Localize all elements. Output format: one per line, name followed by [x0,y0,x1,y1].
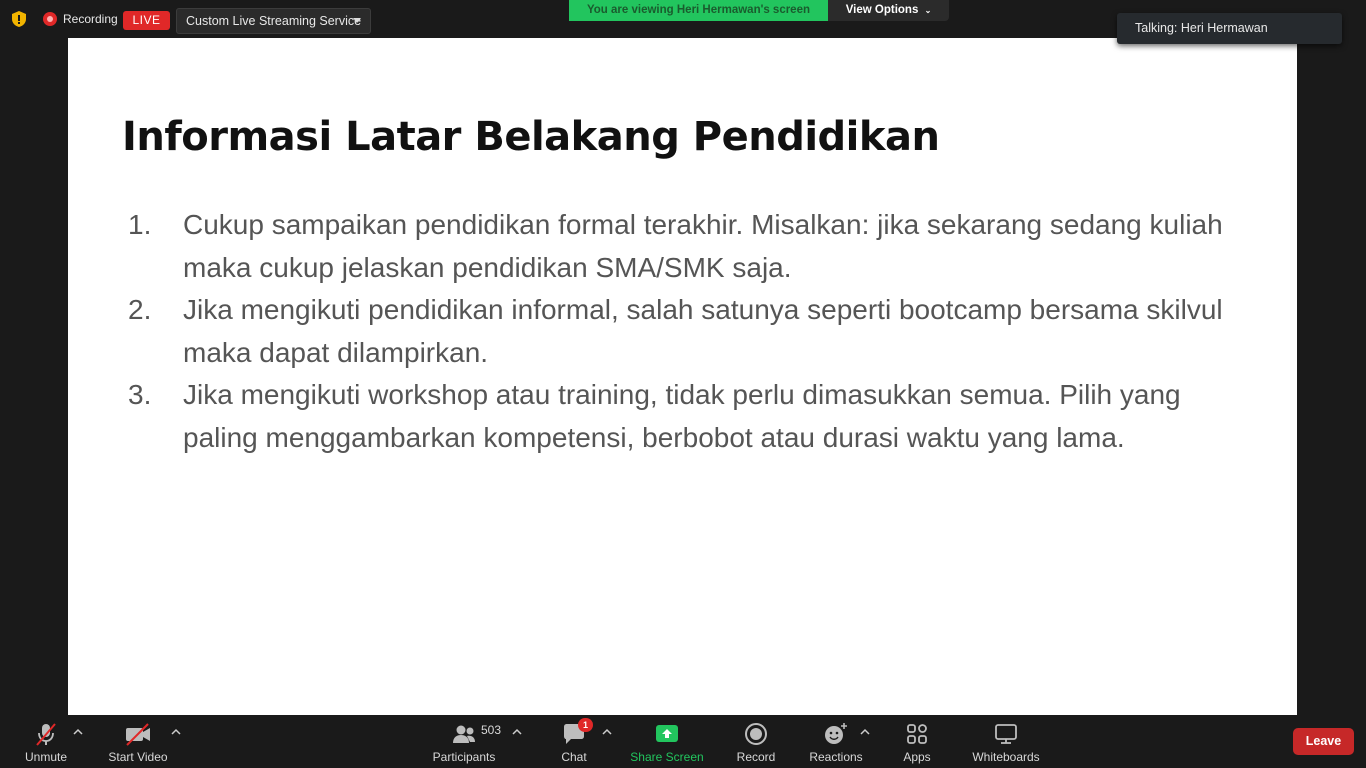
reactions-button[interactable]: Reactions [808,715,864,768]
record-icon [745,723,767,745]
recording-indicator[interactable]: Recording [43,12,118,26]
start-video-button[interactable]: Start Video [105,715,171,768]
list-number: 1. [128,209,152,240]
live-badge[interactable]: LIVE [123,11,170,30]
list-number: 2. [128,294,152,325]
list-text: Jika mengikuti pendidikan informal, sala… [183,294,1223,368]
slide-title: Informasi Latar Belakang Pendidikan [122,114,940,160]
list-number: 3. [128,379,152,410]
list-text: Cukup sampaikan pendidikan formal terakh… [183,209,1223,283]
start-video-label: Start Video [108,750,168,764]
participants-label: Participants [432,750,496,764]
list-item: 1. Cukup sampaikan pendidikan formal ter… [128,204,1228,289]
whiteboards-label: Whiteboards [972,750,1040,764]
microphone-muted-icon [36,723,56,746]
slide-list: 1. Cukup sampaikan pendidikan formal ter… [128,204,1228,459]
talking-indicator: Talking: Heri Hermawan [1117,13,1342,44]
whiteboards-button[interactable]: Whiteboards [968,715,1044,768]
record-label: Record [736,750,776,764]
unmute-label: Unmute [24,750,68,764]
view-options-button[interactable]: View Options ⌄ [828,0,949,21]
chevron-up-icon[interactable] [72,727,84,737]
apps-icon [907,724,927,744]
share-screen-button[interactable]: Share Screen [630,715,704,768]
chevron-up-icon[interactable] [511,727,523,737]
reactions-label: Reactions [809,750,863,764]
chat-label: Chat [561,750,587,764]
chevron-up-icon[interactable] [170,727,182,737]
chevron-down-icon: ⌄ [924,6,932,15]
recording-label: Recording [63,12,118,26]
share-screen-icon [656,725,678,742]
record-button[interactable]: Record [734,715,778,768]
shared-screen-slide: Informasi Latar Belakang Pendidikan 1. C… [68,38,1297,715]
chat-unread-badge: 1 [578,718,593,732]
viewing-screen-banner: You are viewing Heri Hermawan's screen [569,0,828,21]
smiley-reactions-icon [825,723,847,744]
chevron-up-icon[interactable] [859,727,871,737]
leave-button[interactable]: Leave [1293,728,1354,755]
list-item: 3. Jika mengikuti workshop atau training… [128,374,1228,459]
list-item: 2. Jika mengikuti pendidikan informal, s… [128,289,1228,374]
list-text: Jika mengikuti workshop atau training, t… [183,379,1181,453]
video-camera-off-icon [126,723,150,746]
participants-icon [453,725,475,743]
security-shield-icon[interactable] [9,9,29,29]
recording-dot-icon [43,12,57,26]
apps-button[interactable]: Apps [897,715,937,768]
stream-service-label: Custom Live Streaming Service [186,14,362,28]
share-screen-label: Share Screen [630,750,704,764]
whiteboard-icon [995,724,1017,744]
apps-label: Apps [903,750,931,764]
chevron-up-icon[interactable] [601,727,613,737]
view-options-label: View Options [845,4,919,16]
participant-count: 503 [481,723,502,737]
stream-service-dropdown[interactable]: Custom Live Streaming Service [176,8,371,34]
chevron-down-icon [353,18,361,23]
unmute-button[interactable]: Unmute [18,715,74,768]
meeting-toolbar: Unmute Start Video Participants 503 Chat… [0,715,1366,768]
